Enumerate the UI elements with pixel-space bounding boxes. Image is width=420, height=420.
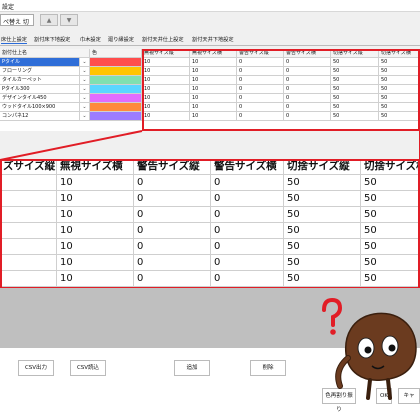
- color-swatch[interactable]: [90, 94, 142, 103]
- tab-baseboard[interactable]: 巾木設定: [80, 36, 101, 43]
- color-dropdown-icon[interactable]: ⌄: [80, 67, 90, 76]
- csv-import-button[interactable]: CSV読込: [70, 360, 106, 376]
- title-bar: 設定: [0, 0, 420, 12]
- row-name[interactable]: ウッドタイル100×900: [0, 103, 80, 112]
- color-dropdown-icon[interactable]: ⌄: [80, 94, 90, 103]
- row-name[interactable]: デザインタイル450: [0, 94, 80, 103]
- col-header-color: 色: [90, 49, 142, 58]
- move-down-button[interactable]: ▼: [60, 14, 78, 26]
- move-up-button[interactable]: ▲: [40, 14, 58, 26]
- highlight-box-zoom: [0, 159, 420, 289]
- color-swatch[interactable]: [90, 58, 142, 67]
- row-name[interactable]: Pタイル300: [0, 85, 80, 94]
- color-dropdown-icon[interactable]: ⌄: [80, 103, 90, 112]
- color-swatch[interactable]: [90, 76, 142, 85]
- color-dropdown-icon[interactable]: ⌄: [80, 112, 90, 121]
- mascot-character: [322, 298, 417, 400]
- color-swatch[interactable]: [90, 103, 142, 112]
- color-swatch[interactable]: [90, 85, 142, 94]
- question-mark-icon: [322, 298, 343, 335]
- color-dropdown-icon[interactable]: ⌄: [80, 58, 90, 67]
- color-swatch[interactable]: [90, 112, 142, 121]
- color-swatch[interactable]: [90, 67, 142, 76]
- row-name[interactable]: フローリング: [0, 67, 80, 76]
- sort-combo[interactable]: ペ替え 切: [0, 14, 34, 26]
- window-title: 設定: [2, 4, 15, 11]
- row-name[interactable]: コンパネ12: [0, 112, 80, 121]
- tab-ceiling-base[interactable]: 割付天井下地設定: [192, 36, 234, 43]
- settings-tabs: 床仕上設定 割付床下地設定 巾木設定 廻り縁設定 割付天井仕上設定 割付天井下地…: [0, 34, 420, 46]
- add-button[interactable]: 追加: [174, 360, 210, 376]
- toolbar: ペ替え 切 ▲ ▼: [0, 12, 420, 28]
- csv-export-button[interactable]: CSV出力: [18, 360, 54, 376]
- color-dropdown-icon[interactable]: ⌄: [80, 76, 90, 85]
- tab-molding[interactable]: 廻り縁設定: [108, 36, 134, 43]
- tab-floor-base[interactable]: 割付床下地設定: [34, 36, 70, 43]
- col-header-name: 割付仕上名: [0, 49, 90, 58]
- row-name[interactable]: タイルカーペット: [0, 76, 80, 85]
- highlight-box-small: [142, 49, 420, 131]
- tab-ceiling-finish[interactable]: 割付天井仕上設定: [142, 36, 184, 43]
- row-name[interactable]: Pタイル: [0, 58, 80, 67]
- color-dropdown-icon[interactable]: ⌄: [80, 85, 90, 94]
- tab-floor-finish[interactable]: 床仕上設定: [1, 36, 27, 44]
- delete-button[interactable]: 削除: [250, 360, 286, 376]
